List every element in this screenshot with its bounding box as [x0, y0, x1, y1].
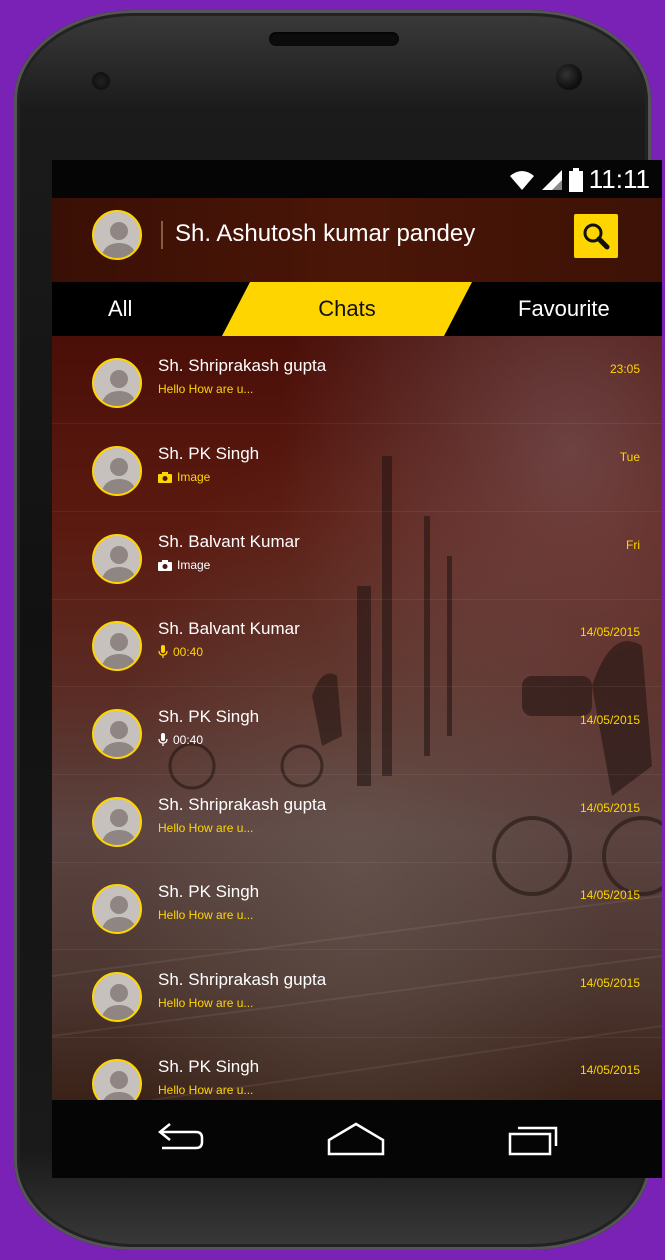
chat-row[interactable]: Sh. PK Singh 00:40 14/05/2015: [52, 687, 662, 775]
contact-avatar: [92, 797, 142, 847]
chat-row[interactable]: Sh. Shriprakash gupta Hello How are u...…: [52, 950, 662, 1038]
user-silhouette-icon: [101, 458, 137, 494]
user-silhouette-icon: [101, 896, 137, 932]
contact-avatar: [92, 446, 142, 496]
microphone-icon: [158, 645, 168, 658]
chat-row[interactable]: Sh. PK Singh Hello How are u... 14/05/20…: [52, 1037, 662, 1100]
chat-row[interactable]: Sh. PK Singh Image Tue: [52, 424, 662, 512]
contact-name: Sh. Shriprakash gupta: [158, 970, 327, 989]
user-silhouette-icon: [101, 721, 137, 757]
chat-list[interactable]: Sh. Shriprakash gupta Hello How are u...…: [52, 336, 662, 1100]
message-time: 14/05/2015: [579, 625, 640, 639]
chat-row[interactable]: Sh. PK Singh Hello How are u... 14/05/20…: [52, 862, 662, 950]
navigation-bar: [52, 1100, 662, 1178]
last-message: Hello How are u...: [158, 1083, 254, 1097]
chat-row[interactable]: Sh. Shriprakash gupta Hello How are u...…: [52, 336, 662, 424]
user-silhouette-icon: [101, 546, 137, 582]
last-message: Hello How are u...: [158, 908, 254, 922]
search-button[interactable]: [574, 214, 618, 258]
contact-name: Sh. Shriprakash gupta: [158, 795, 327, 814]
contact-avatar: [92, 972, 142, 1022]
camera-icon: [158, 559, 172, 571]
last-message: Image: [158, 470, 210, 484]
contact-name: Sh. Balvant Kumar: [158, 619, 300, 638]
proximity-sensor: [92, 72, 110, 90]
user-silhouette-icon: [101, 984, 137, 1020]
user-silhouette-icon: [101, 370, 137, 406]
user-silhouette-icon: [101, 633, 137, 669]
status-bar: 11:11: [52, 160, 662, 198]
contact-avatar: [92, 621, 142, 671]
signal-icon: [541, 169, 562, 190]
message-time: 14/05/2015: [579, 713, 640, 727]
message-time: Tue: [619, 450, 640, 464]
user-silhouette-icon: [101, 222, 137, 258]
last-message: Hello How are u...: [158, 382, 254, 396]
last-message: Hello How are u...: [158, 821, 254, 835]
recent-apps-icon[interactable]: [504, 1116, 564, 1162]
phone-frame: 11:11 Sh. Ashutosh kumar pandey All Chat…: [14, 10, 662, 1250]
battery-icon: [568, 167, 583, 192]
contact-avatar: [92, 1059, 142, 1100]
contact-avatar: [92, 884, 142, 934]
app-header: Sh. Ashutosh kumar pandey: [52, 198, 662, 283]
contact-name: Sh. Balvant Kumar: [158, 532, 300, 551]
header-user-name: Sh. Ashutosh kumar pandey: [175, 220, 476, 247]
last-message: 00:40: [158, 645, 203, 659]
last-message: Image: [158, 558, 210, 572]
tab-chats[interactable]: Chats: [222, 282, 472, 336]
message-time: 14/05/2015: [579, 976, 640, 990]
chat-row[interactable]: Sh. Balvant Kumar Image Fri: [52, 512, 662, 600]
profile-avatar[interactable]: [92, 210, 142, 260]
tab-bar: All Chats Favourite: [52, 282, 662, 336]
microphone-icon: [158, 733, 168, 746]
last-message: 00:40: [158, 733, 203, 747]
message-time: Fri: [626, 538, 640, 552]
status-time: 11:11: [588, 164, 650, 194]
contact-name: Sh. Shriprakash gupta: [158, 356, 327, 375]
front-camera: [556, 64, 582, 90]
screen: 11:11 Sh. Ashutosh kumar pandey All Chat…: [52, 160, 662, 1178]
tab-all[interactable]: All: [108, 282, 132, 336]
camera-icon: [158, 471, 172, 483]
contact-name: Sh. PK Singh: [158, 882, 260, 901]
message-time: 23:05: [609, 362, 640, 376]
contact-name: Sh. PK Singh: [158, 1057, 260, 1076]
search-icon: [583, 223, 610, 250]
contact-avatar: [92, 358, 142, 408]
message-time: 14/05/2015: [579, 1063, 640, 1077]
contact-avatar: [92, 709, 142, 759]
user-silhouette-icon: [103, 1071, 135, 1100]
chat-row[interactable]: Sh. Shriprakash gupta Hello How are u...…: [52, 775, 662, 863]
earpiece-speaker: [269, 32, 399, 46]
message-time: 14/05/2015: [579, 888, 640, 902]
tab-favourite[interactable]: Favourite: [518, 282, 610, 336]
contact-name: Sh. PK Singh: [158, 707, 260, 726]
contact-avatar: [92, 534, 142, 584]
contact-name: Sh. PK Singh: [158, 444, 260, 463]
back-icon[interactable]: [148, 1116, 208, 1162]
last-message: Hello How are u...: [158, 996, 254, 1010]
chat-row[interactable]: Sh. Balvant Kumar 00:40 14/05/2015: [52, 599, 662, 687]
header-divider: [161, 221, 163, 249]
user-silhouette-icon: [101, 809, 137, 845]
wifi-icon: [509, 170, 534, 190]
home-icon[interactable]: [326, 1116, 386, 1162]
message-time: 14/05/2015: [579, 801, 640, 815]
